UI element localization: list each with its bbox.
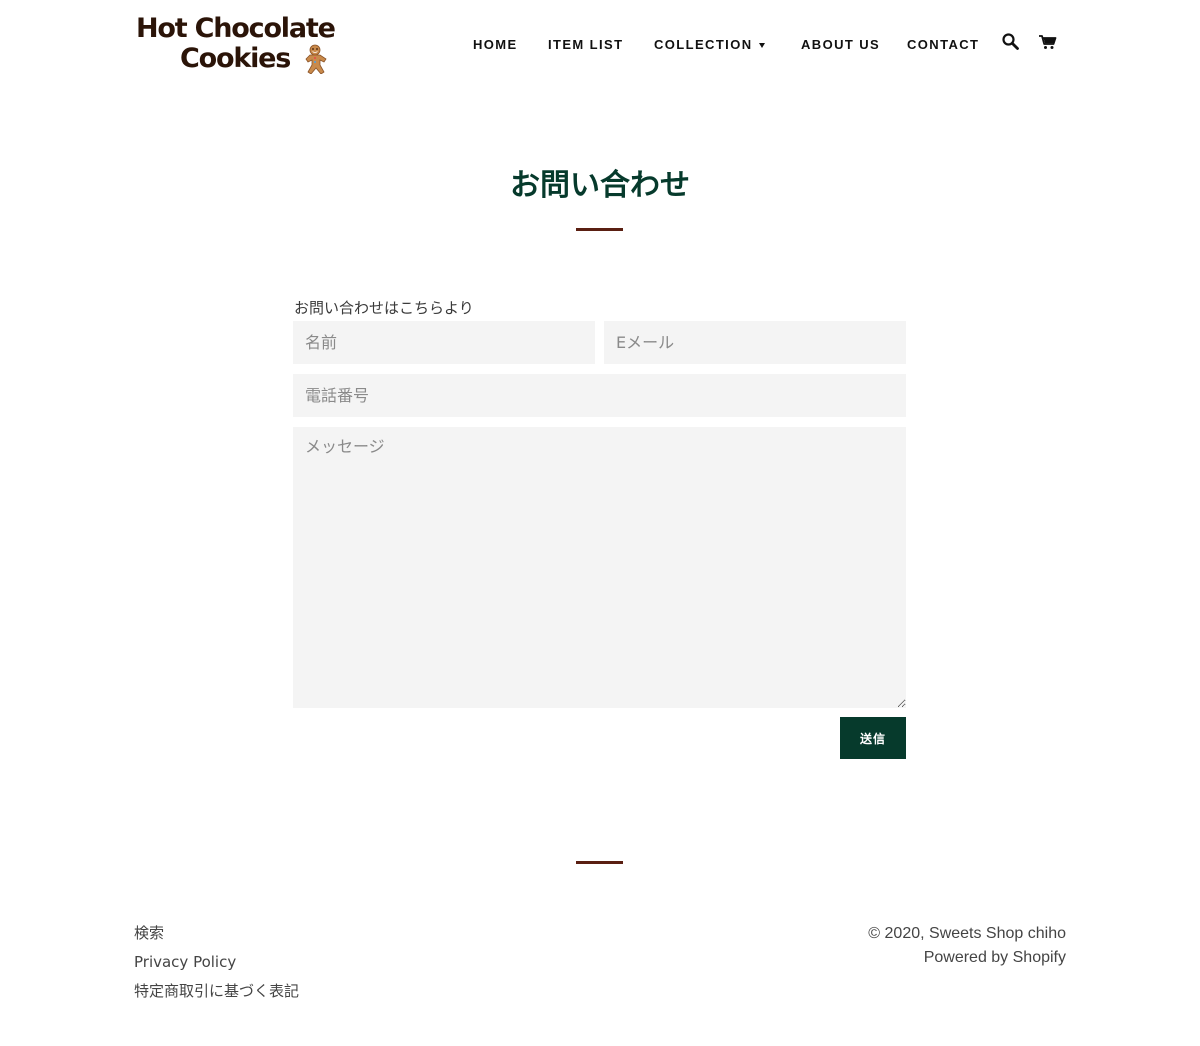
submit-button[interactable]: 送信 <box>840 717 906 759</box>
page-title: お問い合わせ <box>510 168 690 203</box>
site-header: Hot Chocolate Cookies HOME ITEM LIST COL… <box>0 0 1200 90</box>
title-divider <box>576 228 623 231</box>
logo-text-line2: Cookies <box>180 43 291 74</box>
nav-collection[interactable]: COLLECTION <box>654 34 753 56</box>
copyright-text: © 2020, Sweets Shop chiho <box>868 925 1066 942</box>
powered-by-link[interactable]: Powered by Shopify <box>924 949 1066 966</box>
footer-link-search[interactable]: 検索 <box>134 924 164 942</box>
name-field[interactable] <box>293 321 595 364</box>
footer-link-legal-notice[interactable]: 特定商取引に基づく表記 <box>134 982 299 1000</box>
footer-meta: © 2020, Sweets Shop chiho Powered by Sho… <box>868 922 1066 970</box>
footer-divider <box>576 861 623 864</box>
form-intro-text: お問い合わせはこちらより <box>294 299 474 317</box>
search-icon <box>1002 33 1019 50</box>
footer-link-item: 検索 <box>134 922 299 951</box>
nav-contact[interactable]: CONTACT <box>907 34 979 56</box>
gingerbread-man-icon <box>305 44 327 74</box>
footer-link-item: 特定商取引に基づく表記 <box>134 980 299 1009</box>
cart-button[interactable] <box>1038 32 1058 52</box>
email-field[interactable] <box>604 321 906 364</box>
caret-down-icon[interactable] <box>759 43 765 48</box>
footer-link-privacy-policy[interactable]: Privacy Policy <box>134 953 236 971</box>
footer-links: 検索 Privacy Policy 特定商取引に基づく表記 <box>134 922 299 1009</box>
nav-home[interactable]: HOME <box>473 34 518 56</box>
logo-link[interactable]: Hot Chocolate Cookies <box>136 14 346 76</box>
nav-item-list[interactable]: ITEM LIST <box>548 34 623 56</box>
search-button[interactable] <box>1001 32 1021 52</box>
cart-icon <box>1039 35 1057 49</box>
message-field[interactable] <box>293 427 906 708</box>
phone-field[interactable] <box>293 374 906 417</box>
nav-about-us[interactable]: ABOUT US <box>801 34 880 56</box>
footer-link-item: Privacy Policy <box>134 951 299 980</box>
logo-text-line1: Hot Chocolate <box>136 13 336 44</box>
